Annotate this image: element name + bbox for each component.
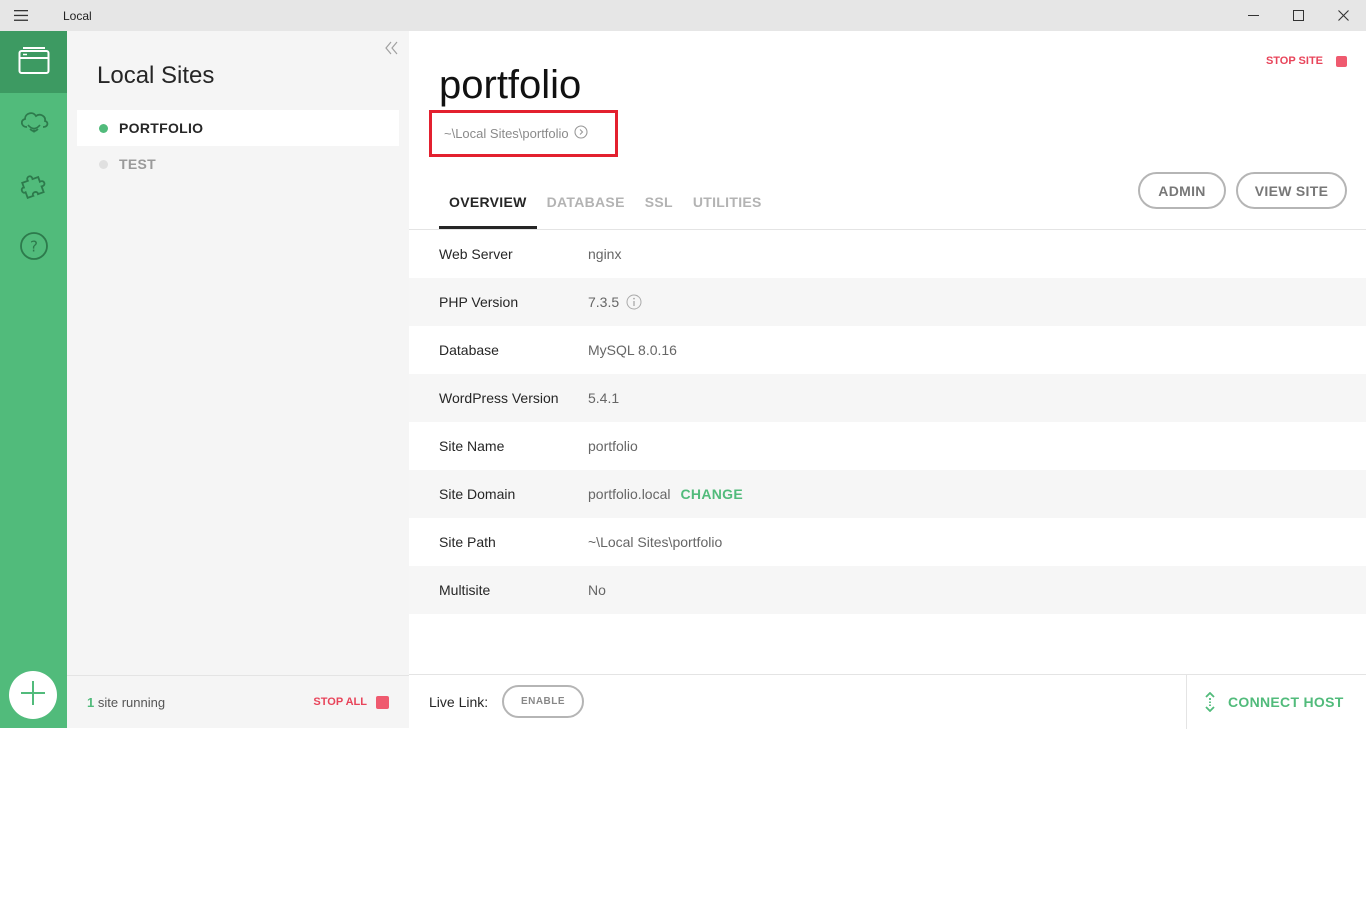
site-detail: STOP SITE portfolio ~\Local Sites\portfo… <box>409 31 1366 729</box>
row-value: ~\Local Sites\portfolio <box>588 534 723 550</box>
row-label: Web Server <box>439 246 513 262</box>
stop-site-button[interactable]: STOP SITE <box>1266 55 1347 67</box>
connect-host-label: CONNECT HOST <box>1228 694 1344 710</box>
running-text: site running <box>97 694 166 710</box>
live-link-label: Live Link: <box>429 694 489 710</box>
row-value: 5.4.1 <box>588 390 620 406</box>
tab-database[interactable]: DATABASE <box>537 176 635 229</box>
row-value: No <box>588 582 606 598</box>
tab-overview[interactable]: OVERVIEW <box>439 176 537 229</box>
site-list: PORTFOLIO TEST <box>77 110 399 182</box>
enable-live-link-button[interactable]: ENABLE <box>502 685 584 718</box>
row-label: PHP Version <box>439 294 519 310</box>
row-value: MySQL 8.0.16 <box>588 342 677 358</box>
sites-running-status: 1 site running <box>87 695 165 710</box>
site-path-link[interactable]: ~\Local Sites\portfolio <box>429 110 618 157</box>
overview-row-php-version: PHP Version 7.3.5 <box>409 278 1366 326</box>
admin-button[interactable]: ADMIN <box>1138 172 1226 209</box>
row-label: Database <box>439 342 499 358</box>
help-icon: ? <box>19 231 49 266</box>
title-bar: Local <box>0 0 1366 31</box>
window-title: Local <box>63 8 92 23</box>
site-item-label: TEST <box>119 156 156 172</box>
sites-panel-title: Local Sites <box>97 62 215 89</box>
sites-footer: 1 site running STOP ALL <box>67 675 409 728</box>
reveal-folder-icon <box>574 125 588 142</box>
rail-item-local-sites[interactable] <box>0 31 67 93</box>
stop-all-label: STOP ALL <box>313 696 367 708</box>
site-item-portfolio[interactable]: PORTFOLIO <box>77 110 399 146</box>
stop-site-label: STOP SITE <box>1265 55 1323 67</box>
change-domain-link[interactable]: CHANGE <box>681 486 743 502</box>
overview-row-wordpress-version: WordPress Version 5.4.1 <box>409 374 1366 422</box>
plus-icon <box>20 680 46 711</box>
stop-all-button[interactable]: STOP ALL <box>313 695 389 709</box>
stop-square-icon <box>376 695 389 709</box>
hamburger-menu-icon[interactable] <box>0 0 42 31</box>
minimize-icon[interactable] <box>1231 0 1276 31</box>
rail-item-help[interactable]: ? <box>0 217 67 279</box>
rail-item-addons[interactable] <box>0 155 67 217</box>
stopped-status-dot <box>99 159 108 169</box>
local-sites-icon <box>18 45 50 80</box>
overview-row-site-name: Site Name portfolio <box>409 422 1366 470</box>
cloud-icon <box>18 108 50 141</box>
row-label: Site Domain <box>439 486 516 502</box>
row-value-wrap: portfolio.local CHANGE <box>588 486 743 502</box>
navigation-rail: ? <box>0 31 67 728</box>
row-value: portfolio.local <box>588 486 671 502</box>
row-label: Site Path <box>439 534 496 550</box>
footer-divider <box>1186 675 1187 729</box>
row-value: nginx <box>588 246 622 262</box>
rail-item-cloud[interactable] <box>0 93 67 155</box>
row-value: portfolio <box>588 438 638 454</box>
site-tabs: OVERVIEW DATABASE SSL UTILITIES <box>439 176 772 229</box>
sites-panel: Local Sites PORTFOLIO TEST 1 site runnin… <box>67 31 409 728</box>
collapse-sidebar-icon[interactable] <box>385 41 399 60</box>
overview-table: Web Server nginx PHP Version 7.3.5 Datab… <box>409 230 1366 614</box>
site-footer: Live Link: ENABLE CONNECT HOST <box>409 674 1366 729</box>
close-icon[interactable] <box>1321 0 1366 31</box>
stop-square-icon <box>1336 55 1347 67</box>
add-site-button[interactable] <box>9 671 57 719</box>
row-label: WordPress Version <box>439 390 559 406</box>
site-item-test[interactable]: TEST <box>77 146 399 182</box>
row-label: Multisite <box>439 582 491 598</box>
view-site-button[interactable]: VIEW SITE <box>1236 172 1347 209</box>
info-icon[interactable] <box>626 294 642 310</box>
site-path-text: ~\Local Sites\portfolio <box>444 126 569 141</box>
site-item-label: PORTFOLIO <box>119 120 204 136</box>
overview-row-web-server: Web Server nginx <box>409 230 1366 278</box>
maximize-icon[interactable] <box>1276 0 1321 31</box>
overview-row-site-path: Site Path ~\Local Sites\portfolio <box>409 518 1366 566</box>
connect-host-button[interactable]: CONNECT HOST <box>1204 692 1344 712</box>
overview-row-site-domain: Site Domain portfolio.local CHANGE <box>409 470 1366 518</box>
addons-puzzle-icon <box>18 169 50 204</box>
overview-row-multisite: Multisite No <box>409 566 1366 614</box>
svg-text:?: ? <box>30 237 38 255</box>
row-label: Site Name <box>439 438 505 454</box>
tab-utilities[interactable]: UTILITIES <box>683 176 772 229</box>
row-value: 7.3.5 <box>588 294 620 310</box>
running-status-dot <box>99 123 108 133</box>
page-title: portfolio <box>439 63 582 107</box>
tab-ssl[interactable]: SSL <box>635 176 683 229</box>
row-value-wrap: 7.3.5 <box>588 294 642 310</box>
running-count: 1 <box>87 694 95 710</box>
connect-host-icon <box>1204 692 1216 712</box>
overview-row-database: Database MySQL 8.0.16 <box>409 326 1366 374</box>
